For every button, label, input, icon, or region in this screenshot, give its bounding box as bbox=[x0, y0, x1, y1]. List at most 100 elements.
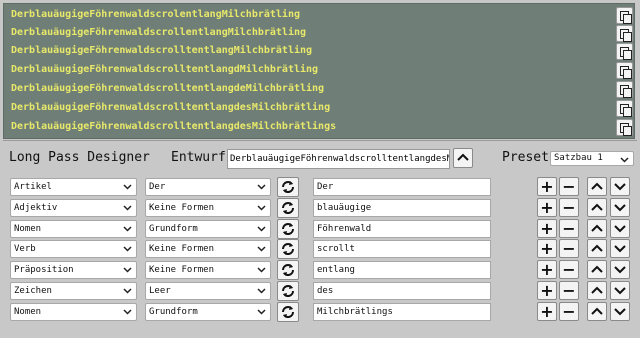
divider bbox=[3, 140, 637, 141]
word-type-value: Nomen bbox=[14, 224, 42, 234]
move-down-button[interactable] bbox=[610, 260, 630, 279]
move-down-button[interactable] bbox=[610, 302, 630, 321]
move-up-button[interactable] bbox=[587, 219, 607, 238]
entwurf-field[interactable]: DerblauäugigeFöhrenwaldscrolltentlangdes… bbox=[227, 149, 450, 169]
refresh-icon bbox=[282, 243, 294, 255]
refresh-button[interactable] bbox=[277, 281, 299, 301]
copy-icon[interactable] bbox=[616, 62, 633, 79]
chevron-down-icon bbox=[614, 183, 626, 191]
add-row-button[interactable]: + bbox=[537, 219, 557, 238]
refresh-button[interactable] bbox=[277, 239, 299, 259]
add-row-button[interactable]: + bbox=[537, 198, 557, 217]
move-down-button[interactable] bbox=[610, 239, 630, 258]
add-row-button[interactable]: + bbox=[537, 239, 557, 258]
chevron-down-icon bbox=[257, 226, 266, 232]
refresh-button[interactable] bbox=[277, 177, 299, 197]
word-type-select[interactable]: Adjektiv bbox=[10, 199, 137, 217]
move-down-button[interactable] bbox=[610, 281, 630, 300]
word-form-select[interactable]: Keine Formen bbox=[145, 240, 271, 258]
output-row: DerblauäugigeFöhrenwaldscrolltentlangdes… bbox=[4, 100, 636, 118]
chevron-down-icon bbox=[614, 204, 626, 212]
refresh-button[interactable] bbox=[277, 302, 299, 322]
refresh-button[interactable] bbox=[277, 260, 299, 280]
remove-row-button[interactable]: − bbox=[559, 198, 579, 217]
refresh-button[interactable] bbox=[277, 198, 299, 218]
remove-row-button[interactable]: − bbox=[559, 177, 579, 196]
copy-icon[interactable] bbox=[616, 25, 633, 42]
word-type-value: Präposition bbox=[14, 265, 74, 275]
output-panel: DerblauäugigeFöhrenwaldscrolentlangMilch… bbox=[3, 3, 635, 139]
remove-row-button[interactable]: − bbox=[559, 302, 579, 321]
word-input[interactable]: blauäugige bbox=[313, 199, 491, 217]
remove-row-button[interactable]: − bbox=[559, 239, 579, 258]
refresh-button[interactable] bbox=[277, 219, 299, 239]
word-form-select[interactable]: Der bbox=[145, 178, 271, 196]
chevron-up-icon bbox=[591, 224, 603, 232]
word-type-select[interactable]: Nomen bbox=[10, 220, 137, 238]
word-type-select[interactable]: Präposition bbox=[10, 261, 137, 279]
move-down-button[interactable] bbox=[610, 177, 630, 196]
word-input[interactable]: entlang bbox=[313, 261, 491, 279]
preset-value: Satzbau 1 bbox=[554, 153, 603, 163]
move-up-button[interactable] bbox=[587, 198, 607, 217]
refresh-icon bbox=[282, 306, 294, 318]
word-form-value: Grundform bbox=[149, 224, 198, 234]
chevron-down-icon bbox=[614, 245, 626, 253]
chevron-down-icon bbox=[123, 288, 132, 294]
move-up-button[interactable] bbox=[587, 177, 607, 196]
chevron-up-icon bbox=[591, 244, 603, 252]
word-type-select[interactable]: Artikel bbox=[10, 178, 137, 196]
word-type-value: Zeichen bbox=[14, 286, 52, 296]
move-up-button[interactable] bbox=[587, 302, 607, 321]
chevron-down-icon bbox=[614, 287, 626, 295]
output-row: DerblauäugigeFöhrenwaldscrolltentlangdMi… bbox=[4, 62, 636, 80]
add-row-button[interactable]: + bbox=[537, 260, 557, 279]
word-input[interactable]: des bbox=[313, 282, 491, 300]
word-type-select[interactable]: Zeichen bbox=[10, 282, 137, 300]
chevron-down-icon bbox=[123, 267, 132, 273]
move-down-button[interactable] bbox=[610, 219, 630, 238]
copy-icon[interactable] bbox=[616, 7, 633, 24]
word-type-select[interactable]: Nomen bbox=[10, 303, 137, 321]
word-form-select[interactable]: Grundform bbox=[145, 220, 271, 238]
word-form-select[interactable]: Keine Formen bbox=[145, 199, 271, 217]
word-type-select[interactable]: Verb bbox=[10, 240, 137, 258]
word-form-value: Keine Formen bbox=[149, 203, 215, 213]
remove-row-button[interactable]: − bbox=[559, 219, 579, 238]
chevron-down-icon bbox=[123, 184, 132, 190]
chevron-down-icon bbox=[257, 267, 266, 273]
move-down-button[interactable] bbox=[610, 198, 630, 217]
remove-row-button[interactable]: − bbox=[559, 260, 579, 279]
add-row-button[interactable]: + bbox=[537, 177, 557, 196]
entwurf-up-button[interactable] bbox=[453, 148, 473, 168]
move-up-button[interactable] bbox=[587, 260, 607, 279]
word-input[interactable]: scrollt bbox=[313, 240, 491, 258]
output-row: DerblauäugigeFöhrenwaldscrolltentlangdeM… bbox=[4, 81, 636, 99]
move-up-button[interactable] bbox=[587, 281, 607, 300]
chevron-down-icon bbox=[257, 184, 266, 190]
chevron-up-icon bbox=[591, 307, 603, 315]
word-input[interactable]: Föhrenwald bbox=[313, 220, 491, 238]
chevron-down-icon bbox=[620, 157, 629, 163]
refresh-icon bbox=[282, 285, 294, 297]
output-row: DerblauäugigeFöhrenwaldscrollentlangMilc… bbox=[4, 25, 636, 43]
add-row-button[interactable]: + bbox=[537, 281, 557, 300]
add-row-button[interactable]: + bbox=[537, 302, 557, 321]
chevron-down-icon bbox=[123, 226, 132, 232]
word-form-select[interactable]: Leer bbox=[145, 282, 271, 300]
word-form-select[interactable]: Keine Formen bbox=[145, 261, 271, 279]
output-text: DerblauäugigeFöhrenwaldscrolltentlangMil… bbox=[11, 45, 313, 56]
word-input[interactable]: Milchbrätlings bbox=[313, 303, 491, 321]
output-text: DerblauäugigeFöhrenwaldscrolentlangMilch… bbox=[11, 9, 300, 20]
preset-select[interactable]: Satzbau 1 bbox=[550, 151, 634, 166]
move-up-button[interactable] bbox=[587, 239, 607, 258]
remove-row-button[interactable]: − bbox=[559, 281, 579, 300]
refresh-icon bbox=[282, 181, 294, 193]
word-input[interactable]: Der bbox=[313, 178, 491, 196]
word-form-select[interactable]: Grundform bbox=[145, 303, 271, 321]
copy-icon[interactable] bbox=[616, 81, 633, 98]
copy-icon[interactable] bbox=[616, 100, 633, 117]
word-form-value: Der bbox=[149, 182, 166, 192]
copy-icon[interactable] bbox=[616, 43, 633, 60]
copy-icon[interactable] bbox=[616, 119, 633, 136]
